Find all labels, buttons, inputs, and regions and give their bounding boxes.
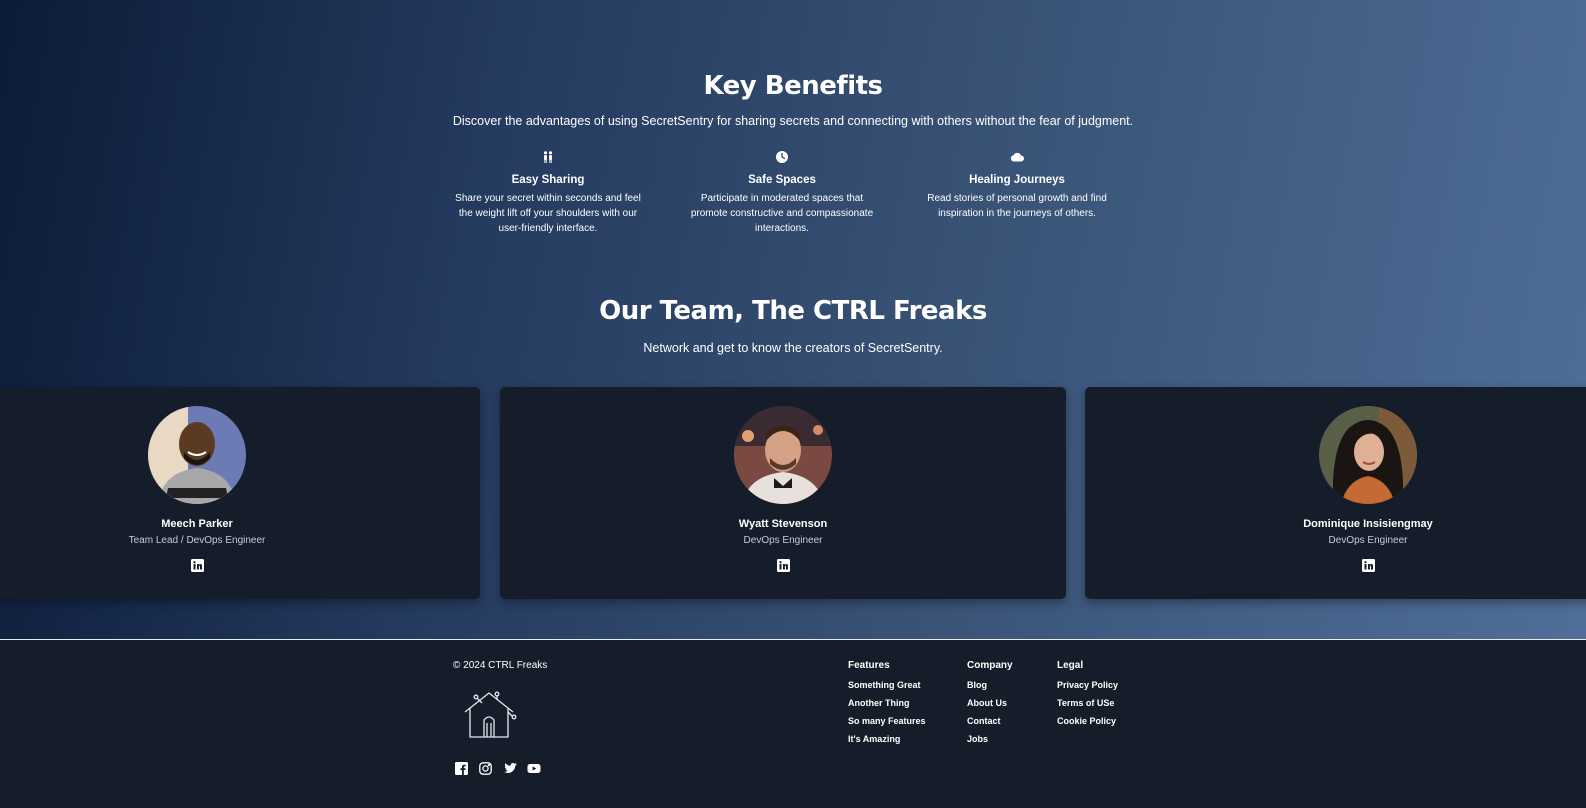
footer-link[interactable]: It's Amazing: [848, 734, 926, 752]
social-links: [455, 762, 541, 775]
member-name: Dominique Insisiengmay: [1303, 518, 1433, 530]
member-role: Team Lead / DevOps Engineer: [128, 535, 266, 546]
facebook-icon[interactable]: [455, 762, 468, 775]
benefits-title: Key Benefits: [703, 71, 883, 101]
footer-link[interactable]: Contact: [967, 716, 1013, 734]
instagram-icon[interactable]: [479, 762, 492, 775]
footer-link[interactable]: Terms of USe: [1057, 698, 1118, 716]
avatar: [148, 406, 246, 504]
footer-link[interactable]: Another Thing: [848, 698, 926, 716]
team-subtitle: Network and get to know the creators of …: [643, 341, 943, 355]
footer: © 2024 CTRL Freaks Features Something Gr…: [0, 640, 1586, 808]
benefit-healing-journeys: Healing Journeys Read stories of persona…: [922, 148, 1112, 221]
benefit-description: Read stories of personal growth and find…: [927, 193, 1107, 219]
footer-column-features: Features Something Great Another Thing S…: [848, 660, 926, 752]
benefits-subtitle: Discover the advantages of using SecretS…: [452, 114, 1134, 128]
youtube-icon[interactable]: [527, 762, 541, 775]
linkedin-icon[interactable]: [1361, 559, 1375, 572]
benefit-safe-spaces: Safe Spaces Participate in moderated spa…: [687, 148, 877, 236]
benefit-description: Share your secret within seconds and fee…: [455, 193, 641, 234]
footer-link[interactable]: Privacy Policy: [1057, 680, 1118, 698]
benefit-title: Healing Journeys: [969, 174, 1065, 186]
column-heading: Legal: [1057, 660, 1084, 671]
team-title: Our Team, The CTRL Freaks: [599, 296, 987, 326]
column-heading: Features: [848, 660, 890, 671]
house-circuit-logo-icon[interactable]: [463, 690, 519, 745]
benefit-title: Easy Sharing: [511, 174, 585, 186]
member-name: Meech Parker: [161, 518, 233, 530]
avatar: [1319, 406, 1417, 504]
avatar: [734, 406, 832, 504]
linkedin-icon[interactable]: [776, 559, 790, 572]
team-card-wyatt-stevenson: Wyatt Stevenson DevOps Engineer: [500, 387, 1066, 599]
benefit-title: Safe Spaces: [748, 174, 816, 186]
member-role: DevOps Engineer: [743, 535, 823, 546]
footer-link[interactable]: Cookie Policy: [1057, 716, 1118, 734]
footer-link[interactable]: So many Features: [848, 716, 926, 734]
footer-column-legal: Legal Privacy Policy Terms of USe Cookie…: [1057, 660, 1118, 734]
footer-link[interactable]: Blog: [967, 680, 1013, 698]
cloud-icon: [922, 148, 1112, 166]
footer-link[interactable]: About Us: [967, 698, 1013, 716]
footer-column-company: Company Blog About Us Contact Jobs: [967, 660, 1013, 752]
linkedin-icon[interactable]: [190, 559, 204, 572]
team-card-dominique-insisiengmay: Dominique Insisiengmay DevOps Engineer: [1085, 387, 1586, 599]
team-card-meech-parker: Meech Parker Team Lead / DevOps Engineer: [0, 387, 480, 599]
clock-icon: [687, 148, 877, 166]
benefit-easy-sharing: Easy Sharing Share your secret within se…: [453, 148, 643, 236]
column-heading: Company: [967, 660, 1013, 671]
people-icon: [453, 148, 643, 166]
footer-link[interactable]: Jobs: [967, 734, 1013, 752]
member-role: DevOps Engineer: [1328, 535, 1408, 546]
member-name: Wyatt Stevenson: [738, 518, 828, 530]
benefit-description: Participate in moderated spaces that pro…: [690, 193, 874, 234]
copyright: © 2024 CTRL Freaks: [453, 660, 548, 671]
footer-link[interactable]: Something Great: [848, 680, 926, 698]
twitter-icon[interactable]: [503, 762, 517, 775]
